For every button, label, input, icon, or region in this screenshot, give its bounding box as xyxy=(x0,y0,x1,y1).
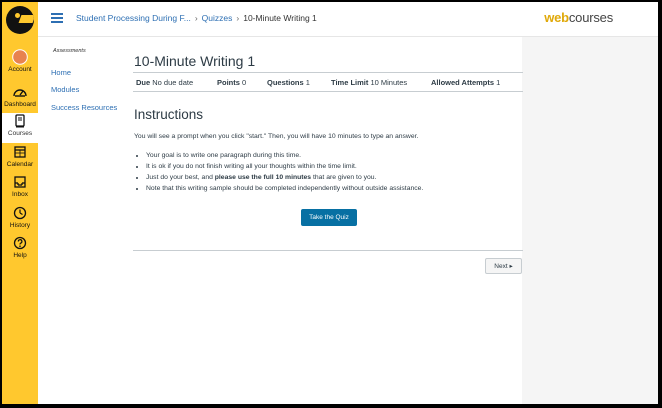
history-clock-icon xyxy=(13,206,27,220)
hamburger-menu-icon[interactable] xyxy=(51,13,63,23)
course-nav-success-resources[interactable]: Success Resources xyxy=(51,103,117,112)
attempts-label: Allowed Attempts xyxy=(431,78,495,87)
ucf-pegasus-logo[interactable] xyxy=(6,6,34,34)
help-question-icon xyxy=(13,236,27,250)
list-item: Just do your best, and please use the fu… xyxy=(146,172,423,183)
time-limit-label: Time Limit xyxy=(331,78,369,87)
global-nav-courses[interactable]: Courses xyxy=(2,113,38,143)
chevron-right-icon: › xyxy=(194,13,198,23)
chevron-right-icon: › xyxy=(236,13,240,23)
global-nav-inbox[interactable]: Inbox xyxy=(2,174,38,204)
list-item: Note that this writing sample should be … xyxy=(146,183,423,194)
breadcrumb-quizzes[interactable]: Quizzes xyxy=(202,13,233,23)
quiz-main: 10-Minute Writing 1 Due No due date Poin… xyxy=(122,37,523,404)
course-nav: Assessments Home Modules Success Resourc… xyxy=(38,37,122,404)
global-nav-label: Courses xyxy=(7,130,33,137)
due-value: No due date xyxy=(152,78,194,87)
course-nav-home[interactable]: Home xyxy=(51,68,71,77)
points-value: 0 xyxy=(242,78,247,87)
webcourses-logo: webcourses xyxy=(544,10,613,25)
global-nav-dashboard[interactable]: Dashboard xyxy=(2,84,38,114)
instructions-list: Your goal is to write one paragraph duri… xyxy=(134,150,423,194)
page-title: 10-Minute Writing 1 xyxy=(134,53,256,69)
inbox-icon xyxy=(14,176,26,188)
due-label: Due xyxy=(136,78,151,87)
global-nav-label: Help xyxy=(13,252,27,259)
breadcrumb-current: 10-Minute Writing 1 xyxy=(243,13,317,23)
dashboard-gauge-icon xyxy=(13,89,27,97)
global-nav-label: Calendar xyxy=(6,161,34,168)
content-area: 10-Minute Writing 1 Due No due date Poin… xyxy=(122,37,658,404)
course-nav-modules[interactable]: Modules xyxy=(51,85,79,94)
global-nav-history[interactable]: History xyxy=(2,205,38,235)
courses-book-icon xyxy=(15,114,25,128)
global-nav: Account Dashboard Courses Calendar Inbox… xyxy=(2,2,38,404)
global-nav-account[interactable]: Account xyxy=(2,49,38,79)
list-item: Your goal is to write one paragraph duri… xyxy=(146,150,423,161)
attempts-value: 1 xyxy=(496,78,501,87)
list-item: It is ok if you do not finish writing al… xyxy=(146,161,423,172)
divider xyxy=(133,250,523,251)
calendar-icon xyxy=(14,146,26,158)
page-header: Student Processing During F... › Quizzes › 1… xyxy=(38,2,658,37)
global-nav-label: Inbox xyxy=(12,191,28,198)
global-nav-label: History xyxy=(9,222,31,229)
next-button[interactable]: Next ▸ xyxy=(485,258,522,274)
quiz-details: Due No due date Points 0 Questions 1 Tim… xyxy=(133,72,523,92)
time-limit-value: 10 Minutes xyxy=(370,78,408,87)
browser-frame: Account Dashboard Courses Calendar Inbox… xyxy=(2,2,658,404)
global-nav-calendar[interactable]: Calendar xyxy=(2,144,38,174)
breadcrumb-course[interactable]: Student Processing During F... xyxy=(76,13,191,23)
questions-label: Questions xyxy=(267,78,304,87)
instructions-heading: Instructions xyxy=(134,107,204,122)
instructions-intro: You will see a prompt when you click "st… xyxy=(134,133,419,140)
course-nav-subtitle: Assessments xyxy=(53,48,86,54)
global-nav-label: Account xyxy=(8,66,32,73)
account-avatar-icon xyxy=(12,49,28,65)
questions-value: 1 xyxy=(305,78,310,87)
global-nav-help[interactable]: Help xyxy=(2,235,38,265)
take-quiz-button[interactable]: Take the Quiz xyxy=(301,209,357,226)
breadcrumb: Student Processing During F... › Quizzes › 1… xyxy=(76,13,317,23)
global-nav-label: Dashboard xyxy=(4,101,36,108)
points-label: Points xyxy=(217,78,240,87)
